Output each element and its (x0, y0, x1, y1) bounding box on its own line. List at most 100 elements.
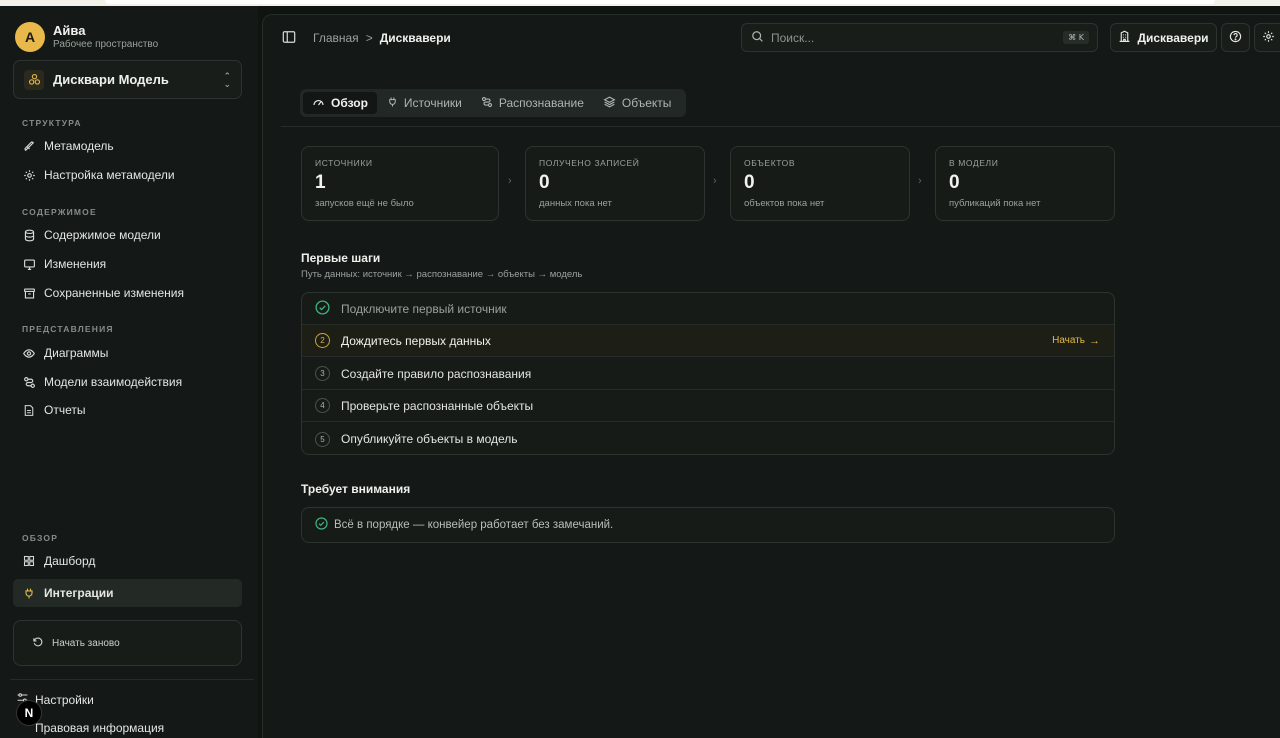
restart-label: Начать заново (52, 637, 120, 649)
breadcrumb-home[interactable]: Главная (313, 31, 359, 45)
breadcrumb-current: Дисквавери (379, 31, 451, 45)
section-structure: СТРУКТУРА (22, 118, 82, 128)
stat-card-records[interactable]: ПОЛУЧЕНО ЗАПИСЕЙ 0 данных пока нет (525, 146, 705, 221)
breadcrumb: Главная > Дисквавери (313, 31, 451, 45)
stat-card-in-model[interactable]: В МОДЕЛИ 0 публикаций пока нет (935, 146, 1115, 221)
workspace-header[interactable]: А Айва Рабочее пространство (15, 22, 158, 52)
start-step-link[interactable]: Начать → (1052, 335, 1100, 347)
sidebar-item-metamodel-settings[interactable]: Настройка метамодели (13, 161, 242, 189)
chevron-right-icon: › (713, 175, 717, 187)
stat-value: 1 (315, 172, 326, 193)
sidebar: А Айва Рабочее пространство Дисквари Мод… (0, 6, 258, 738)
sidebar-item-metamodel[interactable]: Метамодель (13, 132, 242, 160)
plug-icon (22, 586, 36, 600)
search-input[interactable]: Поиск... ⌘ K (741, 23, 1098, 52)
tab-objects[interactable]: Объекты (594, 92, 681, 114)
tab-recognition[interactable]: Распознавание (472, 92, 593, 114)
stat-subtitle: данных пока нет (539, 198, 612, 209)
stat-card-sources[interactable]: ИСТОЧНИКИ 1 запусков ещё не было (301, 146, 499, 221)
sidebar-item-dashboard[interactable]: Дашборд (13, 547, 242, 575)
step-label: Создайте правило распознавания (341, 366, 532, 381)
settings-button[interactable] (1254, 23, 1280, 52)
sidebar-item-label: Диаграммы (44, 346, 109, 360)
attention-title: Требует внимания (301, 482, 411, 496)
stat-subtitle: объектов пока нет (744, 198, 825, 209)
stat-subtitle: публикаций пока нет (949, 198, 1041, 209)
stat-title: В МОДЕЛИ (949, 158, 999, 168)
sidebar-toggle-icon[interactable] (282, 30, 296, 47)
step-label: Опубликуйте объекты в модель (341, 432, 518, 446)
help-circle-icon (1229, 30, 1242, 46)
grid-icon (22, 554, 36, 568)
sidebar-item-diagrams[interactable]: Диаграммы (13, 339, 242, 367)
step-item[interactable]: 2 Дождитесь первых данных Начать → (302, 325, 1114, 357)
gear-icon (1262, 30, 1275, 46)
step-number: 5 (315, 431, 330, 447)
route-icon (481, 96, 493, 111)
tabs-divider (281, 126, 1280, 127)
sidebar-item-changes[interactable]: Изменения (13, 250, 242, 278)
section-overview: ОБЗОР (22, 533, 59, 543)
model-selector[interactable]: Дисквари Модель ⌃ ⌄ (13, 60, 242, 99)
step-item[interactable]: 3 Создайте правило распознавания (302, 358, 1114, 390)
plug-icon (387, 96, 398, 111)
sidebar-item-label: Изменения (44, 257, 107, 271)
section-views: ПРЕДСТАВЛЕНИЯ (22, 324, 114, 334)
building-icon (1118, 30, 1131, 46)
sidebar-item-model-content[interactable]: Содержимое модели (13, 221, 242, 249)
model-cubes-icon (24, 69, 44, 90)
help-button[interactable] (1221, 23, 1250, 52)
sidebar-item-integrations[interactable]: Интеграции (13, 579, 242, 607)
workspace-name: Айва (53, 23, 86, 38)
search-placeholder: Поиск... (771, 30, 815, 45)
section-content: СОДЕРЖИМОЕ (22, 207, 97, 217)
tab-sources[interactable]: Источники (378, 92, 471, 114)
search-shortcut: ⌘ K (1063, 31, 1089, 44)
step-label: Проверьте распознанные объекты (341, 398, 534, 413)
sidebar-item-saved-changes[interactable]: Сохраненные изменения (13, 279, 242, 307)
step-item[interactable]: Подключите первый источник (302, 293, 1114, 325)
arrow-right-icon: → (1089, 334, 1100, 347)
discovery-button-label: Дисквавери (1137, 30, 1209, 45)
stat-value: 0 (949, 172, 960, 193)
check-circle-icon (315, 517, 328, 533)
sidebar-item-reports[interactable]: Отчеты (13, 396, 242, 424)
model-selector-label: Дисквари Модель (53, 72, 169, 87)
dev-tools-badge[interactable]: N (16, 700, 42, 726)
sidebar-item-label: Отчеты (44, 403, 86, 417)
discovery-button[interactable]: Дисквавери (1110, 23, 1217, 52)
layers-icon (603, 95, 616, 111)
sidebar-item-label: Настройка метамодели (44, 168, 175, 182)
gauge-icon (312, 96, 325, 111)
step-item[interactable]: 4 Проверьте распознанные объекты (302, 390, 1114, 422)
first-steps-subtitle: Путь данных: источник → распознавание → … (301, 269, 583, 280)
stat-value: 0 (539, 172, 550, 193)
tab-bar: Обзор Источники Распознавание Объекты (300, 89, 686, 117)
stat-card-objects[interactable]: ОБЪЕКТОВ 0 объектов пока нет (730, 146, 910, 221)
monitor-icon (22, 257, 36, 271)
restart-button[interactable]: Начать заново (13, 620, 242, 666)
main-panel: Главная > Дисквавери Поиск... ⌘ K Дисква… (262, 14, 1280, 738)
breadcrumb-separator: > (365, 31, 373, 45)
steps-list: Подключите первый источник 2 Дождитесь п… (301, 292, 1115, 455)
route-icon (22, 375, 36, 389)
sidebar-item-interaction-models[interactable]: Модели взаимодействия (13, 368, 242, 396)
start-label: Начать (1052, 335, 1085, 346)
ruler-pen-icon (22, 139, 36, 153)
stat-title: ИСТОЧНИКИ (315, 158, 373, 168)
chevron-right-icon: › (508, 175, 512, 187)
tab-overview[interactable]: Обзор (303, 92, 377, 114)
gear-icon (22, 168, 36, 182)
tab-label: Обзор (331, 96, 368, 110)
chevron-right-icon: › (918, 175, 922, 187)
sidebar-item-label: Дашборд (44, 554, 96, 568)
step-item[interactable]: 5 Опубликуйте объекты в модель (302, 423, 1114, 454)
search-icon (751, 30, 764, 46)
step-number: 3 (315, 366, 330, 381)
step-label: Дождитесь первых данных (341, 333, 491, 348)
chevron-up-down-icon: ⌃ ⌄ (223, 70, 231, 89)
workspace-subtitle: Рабочее пространство (53, 39, 159, 50)
check-circle-icon (315, 299, 330, 318)
attention-message: Всё в порядке — конвейер работает без за… (334, 519, 614, 531)
sidebar-item-legal[interactable]: Правовая информация (16, 721, 164, 735)
